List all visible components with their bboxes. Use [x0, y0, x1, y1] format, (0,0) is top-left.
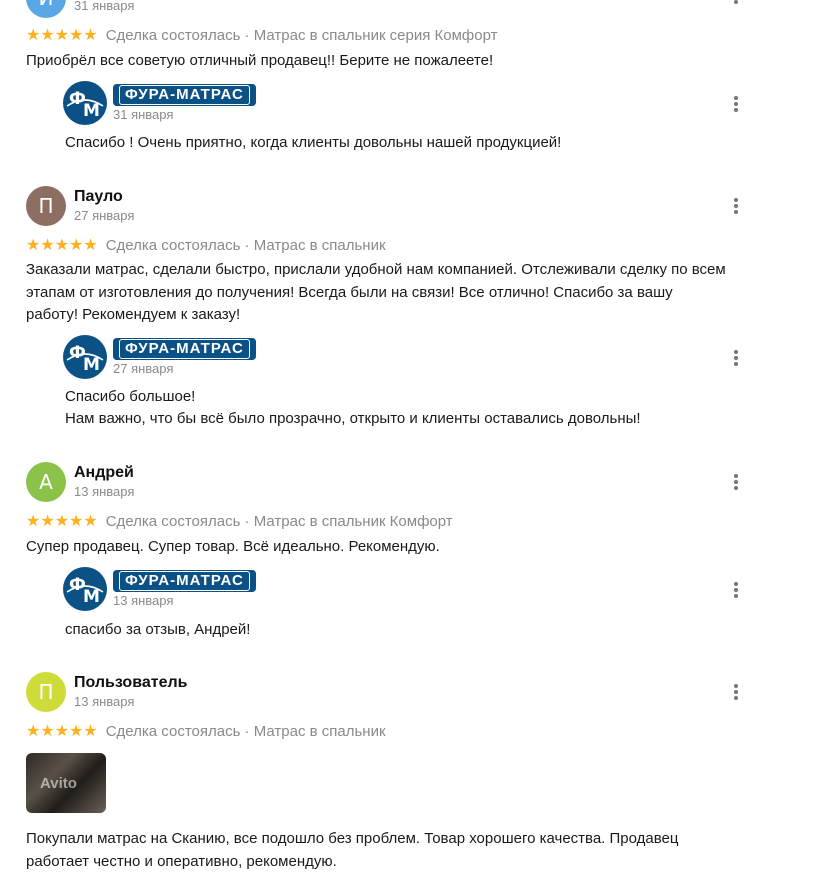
avatar[interactable]: И — [26, 0, 66, 18]
review-text-line: этапам от изготовления до получения! Все… — [26, 282, 786, 305]
review-date: 31 января — [74, 0, 134, 13]
deal-info: Сделка состоялась · Матрас в спальник — [106, 723, 386, 740]
more-options-icon[interactable] — [728, 472, 744, 492]
reply-text: спасибо за отзыв, Андрей! — [65, 619, 785, 641]
deal-info: Сделка состоялась · Матрас в спальник — [106, 237, 386, 254]
rating-row: ★★★★★ Сделка состоялась · Матрас в спальн… — [26, 235, 386, 255]
review-date: 13 января — [74, 484, 134, 499]
seller-logo-icon[interactable]: Ф М — [62, 80, 108, 126]
review-text-line: работает честно и оперативно, рекомендую… — [26, 851, 786, 873]
review-date: 13 января — [74, 694, 134, 709]
review-text-line: Покупали матрас на Сканию, все подошло б… — [26, 828, 786, 851]
deal-info: Сделка состоялась · Матрас в спальник се… — [106, 27, 498, 44]
seller-name[interactable]: ФУРА-МАТРАС — [113, 84, 256, 106]
svg-text:М: М — [83, 587, 100, 607]
reply-date: 27 января — [113, 361, 173, 376]
more-options-icon[interactable] — [728, 94, 744, 114]
more-options-icon[interactable] — [728, 0, 744, 6]
reply-date: 13 января — [113, 593, 173, 608]
rating-stars-icon: ★★★★★ — [26, 237, 98, 254]
reply-text: Спасибо ! Очень приятно, когда клиенты д… — [65, 132, 785, 154]
more-options-icon[interactable] — [728, 348, 744, 368]
seller-logo-icon[interactable]: Ф М — [62, 566, 108, 612]
reply-text: Спасибо большое! Нам важно, что бы всё б… — [65, 386, 785, 430]
more-options-icon[interactable] — [728, 580, 744, 600]
more-options-icon[interactable] — [728, 682, 744, 702]
review-text: Заказали матрас, сделали быстро, прислал… — [26, 259, 786, 327]
author-name[interactable]: Пользователь — [74, 674, 187, 692]
review-text-line: работу! Рекомендуем к заказу! — [26, 304, 786, 327]
seller-name[interactable]: ФУРА-МАТРАС — [113, 570, 256, 592]
rating-stars-icon: ★★★★★ — [26, 723, 98, 740]
rating-row: ★★★★★ Сделка состоялась · Матрас в спальн… — [26, 721, 386, 741]
photo-watermark: Avito — [40, 775, 77, 792]
svg-text:М: М — [83, 101, 100, 121]
reply-text-line: Нам важно, что бы всё было прозрачно, от… — [65, 408, 785, 430]
review-text: Приобрёл все советую отличный продавец!!… — [26, 50, 786, 73]
seller-name[interactable]: ФУРА-МАТРАС — [113, 338, 256, 360]
more-options-icon[interactable] — [728, 196, 744, 216]
svg-text:М: М — [83, 355, 100, 375]
rating-row: ★★★★★ Сделка состоялась · Матрас в спальн… — [26, 511, 453, 531]
rating-stars-icon: ★★★★★ — [26, 513, 98, 530]
review-date: 27 января — [74, 208, 134, 223]
rating-row: ★★★★★ Сделка состоялась · Матрас в спальн… — [26, 25, 498, 45]
review-text-line: Заказали матрас, сделали быстро, прислал… — [26, 259, 786, 282]
avatar[interactable]: П — [26, 672, 66, 712]
review-photo[interactable]: Avito — [26, 753, 106, 813]
review-text: Супер продавец. Супер товар. Всё идеальн… — [26, 536, 786, 559]
seller-logo-icon[interactable]: Ф М — [62, 334, 108, 380]
author-name[interactable]: Андрей — [74, 464, 134, 482]
avatar[interactable]: П — [26, 186, 66, 226]
reply-text-line: Спасибо большое! — [65, 386, 785, 408]
rating-stars-icon: ★★★★★ — [26, 27, 98, 44]
review-text: Покупали матрас на Сканию, все подошло б… — [26, 828, 786, 873]
deal-info: Сделка состоялась · Матрас в спальник Ко… — [106, 513, 453, 530]
avatar[interactable]: А — [26, 462, 66, 502]
author-name[interactable]: Пауло — [74, 188, 123, 206]
reply-date: 31 января — [113, 107, 173, 122]
